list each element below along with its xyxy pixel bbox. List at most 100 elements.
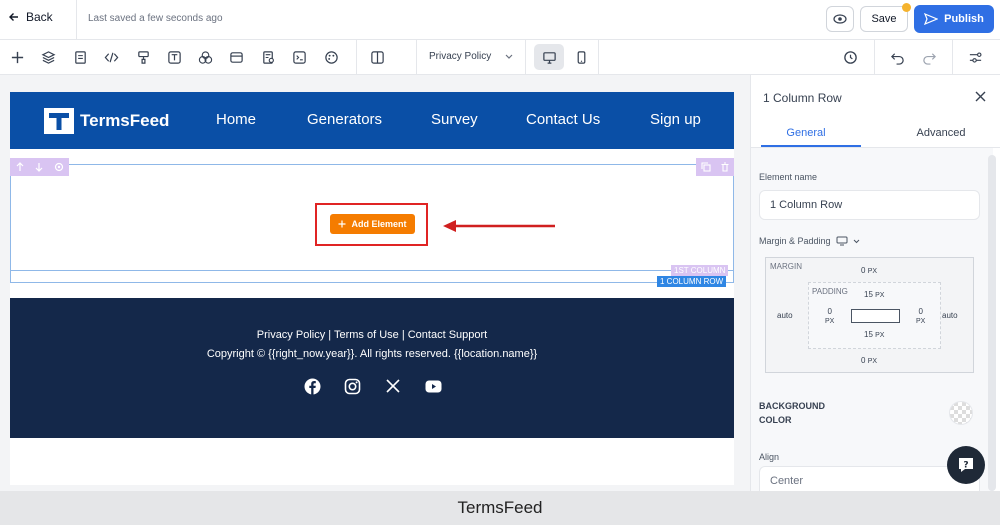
padding-top-value[interactable]: 15 PX — [864, 290, 884, 299]
mobile-icon[interactable] — [573, 49, 589, 65]
code-icon[interactable] — [103, 49, 119, 65]
site-logo[interactable]: TermsFeed — [44, 108, 169, 134]
terminal-icon[interactable] — [291, 49, 307, 65]
save-button[interactable]: Save — [860, 6, 908, 32]
margin-box: MARGIN 0 PX 0 PX auto auto PADDING 15 PX… — [765, 257, 974, 373]
columns-icon[interactable] — [369, 49, 385, 65]
nav-link-contact-us[interactable]: Contact Us — [526, 111, 600, 128]
copy-icon[interactable] — [700, 162, 711, 172]
page-select[interactable]: Privacy Policy — [429, 51, 513, 62]
help-chat-icon: ? — [959, 458, 973, 472]
properties-panel: 1 Column Row General Advanced Element na… — [750, 75, 1000, 494]
row-tag[interactable]: 1 COLUMN ROW — [657, 276, 727, 287]
layers-icon[interactable] — [40, 49, 56, 65]
shapes-icon[interactable] — [197, 49, 213, 65]
close-icon[interactable] — [975, 89, 986, 105]
panel-scrollbar[interactable] — [988, 155, 996, 491]
arrow-up-icon[interactable] — [15, 162, 25, 172]
margin-bottom-value[interactable]: 0 PX — [861, 356, 877, 365]
margin-left-value[interactable]: auto — [777, 311, 793, 320]
page-select-label: Privacy Policy — [429, 51, 492, 62]
nav-link-sign-up[interactable]: Sign up — [650, 111, 701, 128]
add-element-label: Add Element — [351, 219, 407, 229]
padding-left-value[interactable]: 0 PX — [825, 307, 834, 325]
history-icon[interactable] — [842, 49, 858, 65]
palette-icon[interactable] — [323, 49, 339, 65]
nav-link-generators[interactable]: Generators — [307, 111, 382, 128]
send-icon — [924, 13, 939, 25]
back-label: Back — [26, 10, 53, 24]
arrow-down-icon[interactable] — [34, 162, 44, 172]
background-color-swatch[interactable] — [949, 401, 973, 425]
divider — [76, 0, 77, 40]
align-label: Align — [759, 452, 780, 462]
section-icon[interactable] — [228, 49, 244, 65]
eye-icon — [833, 14, 847, 24]
divider — [356, 40, 357, 75]
divider — [874, 40, 875, 75]
top-bar: Back Last saved a few seconds ago Save P… — [0, 0, 1000, 40]
unsaved-indicator — [902, 3, 911, 12]
column-outline-bottom — [10, 270, 734, 271]
gear-icon[interactable] — [54, 162, 64, 172]
undo-icon[interactable] — [889, 49, 905, 65]
redo-icon[interactable] — [921, 49, 937, 65]
tab-advanced[interactable]: Advanced — [886, 127, 996, 139]
instagram-icon[interactable] — [343, 377, 361, 395]
add-icon[interactable] — [9, 49, 25, 65]
youtube-icon[interactable] — [424, 377, 442, 395]
chevron-down-icon[interactable] — [853, 239, 860, 244]
footer-copyright: Copyright © {{right_now.year}}. All righ… — [206, 348, 538, 360]
divider — [416, 40, 417, 75]
element-name-input[interactable]: 1 Column Row — [759, 190, 980, 220]
desktop-icon[interactable] — [836, 236, 848, 246]
caption: TermsFeed — [0, 491, 1000, 525]
chevron-down-icon — [505, 54, 513, 59]
margin-padding-label: Margin & Padding — [759, 236, 831, 246]
paint-icon[interactable] — [135, 49, 151, 65]
padding-right-value[interactable]: 0 PX — [916, 307, 925, 325]
row-controls — [10, 158, 69, 176]
margin-label: MARGIN — [770, 262, 802, 271]
margin-padding-label-group: Margin & Padding — [759, 236, 860, 246]
facebook-icon[interactable] — [303, 377, 321, 395]
add-element-button[interactable]: Add Element — [330, 214, 415, 234]
padding-label: PADDING — [812, 287, 848, 296]
publish-label: Publish — [944, 13, 984, 25]
footer-links[interactable]: Privacy Policy | Terms of Use | Contact … — [10, 329, 734, 341]
arrow-left-icon — [9, 13, 18, 21]
margin-right-value[interactable]: auto — [942, 311, 958, 320]
tab-general[interactable]: General — [751, 127, 861, 139]
publish-button[interactable]: Publish — [914, 5, 994, 33]
column-tag[interactable]: 1ST COLUMN — [671, 265, 729, 276]
svg-text:?: ? — [963, 461, 968, 471]
nav-link-survey[interactable]: Survey — [431, 111, 478, 128]
trash-icon[interactable] — [720, 162, 730, 172]
padding-bottom-value[interactable]: 15 PX — [864, 330, 884, 339]
row-actions — [696, 158, 734, 176]
form-icon[interactable] — [260, 49, 276, 65]
row-outline-bottom — [10, 282, 734, 283]
row-outline-top — [10, 164, 734, 165]
preview-button[interactable] — [826, 6, 854, 32]
padding-box: PADDING 15 PX 15 PX 0 PX 0 PX — [808, 282, 941, 349]
margin-top-value[interactable]: 0 PX — [861, 266, 877, 275]
background-color-label: BACKGROUND COLOR — [759, 401, 825, 425]
logo-text: TermsFeed — [80, 111, 170, 130]
text-icon[interactable] — [166, 49, 182, 65]
termsfeed-logo-icon — [44, 108, 74, 134]
divider — [525, 40, 526, 75]
desktop-icon[interactable] — [541, 49, 557, 65]
settings-toggle-icon[interactable] — [967, 49, 983, 65]
nav-link-home[interactable]: Home — [216, 111, 256, 128]
plus-icon — [338, 220, 346, 228]
back-button[interactable]: Back — [8, 10, 53, 24]
help-button[interactable]: ? — [947, 446, 985, 484]
site-header[interactable]: TermsFeed Home Generators Survey Contact… — [10, 92, 734, 149]
divider — [598, 40, 599, 75]
x-twitter-icon[interactable] — [384, 377, 402, 395]
annotation-arrow-icon — [443, 220, 555, 232]
panel-title: 1 Column Row — [763, 91, 842, 105]
save-status: Last saved a few seconds ago — [88, 13, 223, 24]
pages-icon[interactable] — [72, 49, 88, 65]
